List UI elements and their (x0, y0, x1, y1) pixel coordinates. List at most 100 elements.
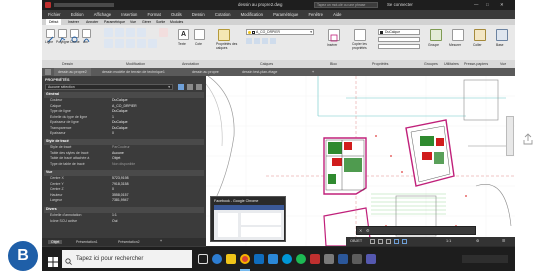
prop-row[interactable]: Transparence DuCalque (42, 126, 206, 131)
section-misc[interactable]: Divers (44, 207, 204, 213)
panel-label-groups[interactable]: Groupes (424, 60, 438, 68)
user-button[interactable]: Se connecter (387, 0, 413, 10)
mail-icon[interactable] (268, 254, 278, 264)
layer-lock-icon[interactable] (270, 38, 276, 44)
copy-icon[interactable] (104, 39, 113, 48)
section-general[interactable]: Général (44, 92, 204, 98)
prop-row[interactable]: Epaisseur de ligne DuCalque (42, 120, 206, 125)
array-icon[interactable] (148, 39, 157, 48)
share-icon[interactable] (523, 132, 533, 145)
app-icon[interactable] (324, 254, 334, 264)
taskbar-search-input[interactable]: Tapez ici pour rechercher (62, 250, 192, 268)
ortho-toggle-icon[interactable] (386, 239, 391, 244)
menu-dimension[interactable]: Cotation (215, 10, 231, 19)
prop-row[interactable]: Couleur DuCalque (42, 98, 206, 103)
doc-tab-3[interactable]: dessin au propre (192, 68, 219, 76)
prop-row[interactable]: Hauteur 3558,0157 (42, 193, 206, 198)
prop-row[interactable]: Echelle du type de ligne 1 (42, 115, 206, 120)
edge-icon[interactable] (212, 254, 222, 264)
new-tab-icon[interactable]: + (312, 68, 314, 76)
panel-label-clipboard[interactable]: Presse-papiers (464, 60, 488, 68)
menu-insert[interactable]: Insertion (121, 10, 137, 19)
store-icon[interactable] (254, 254, 264, 264)
layout-tab-1[interactable]: Présentation1 (76, 240, 98, 244)
arc-icon[interactable] (82, 29, 91, 43)
menu-window[interactable]: Fenêtre (308, 10, 322, 19)
move-icon[interactable] (104, 28, 113, 37)
autocad-taskbar-icon[interactable] (310, 254, 320, 264)
prop-row[interactable]: Table des styles de tracé Aucune (42, 151, 206, 156)
ribbon-tab-parametric[interactable]: Paramétrique (104, 19, 125, 25)
settings-icon[interactable]: ⚙ (476, 237, 479, 246)
ribbon-tab-manage[interactable]: Gérer (142, 19, 151, 25)
panel-label-block[interactable]: Bloc (330, 60, 337, 68)
menu-tools[interactable]: Outils (171, 10, 182, 19)
doc-tab-home-icon[interactable] (45, 69, 51, 75)
layer-off-icon[interactable] (262, 38, 268, 44)
scale-icon[interactable] (137, 39, 146, 48)
layer-isolate-icon[interactable] (246, 38, 252, 44)
layout-tab-model[interactable]: Objet (48, 239, 63, 244)
system-tray[interactable] (462, 255, 508, 263)
fillet-icon[interactable] (126, 39, 135, 48)
circle-icon[interactable] (70, 29, 79, 43)
rotate-icon[interactable] (115, 28, 124, 37)
prop-row[interactable]: Style de tracé ParCouleur (42, 145, 206, 150)
select-objects-icon[interactable] (187, 84, 193, 90)
menu-file[interactable]: Fichier (48, 10, 61, 19)
panel-label-draw[interactable]: Dessin (62, 60, 73, 68)
doc-tab-2[interactable]: dessin modèle de terrain de technique1 (102, 68, 165, 76)
ribbon-tab-view[interactable]: Vue (130, 19, 136, 25)
trim-icon[interactable] (126, 28, 135, 37)
panel-label-properties[interactable]: Propriétés (372, 60, 388, 68)
erase-icon[interactable] (159, 28, 168, 37)
taskbar-preview[interactable]: Facebook - Google Chrome (210, 196, 286, 242)
layer-tool-row[interactable] (246, 38, 306, 44)
layer-dropdown[interactable]: A_CO_DRPIER ▾ (246, 29, 314, 35)
line-icon[interactable] (46, 29, 55, 43)
snap-toggle-icon[interactable] (378, 239, 383, 244)
menu-view[interactable]: Affichage (94, 10, 111, 19)
spotify-icon[interactable] (296, 254, 306, 264)
quick-select-icon[interactable] (196, 84, 202, 90)
ribbon-tab-addins[interactable]: Modules (170, 19, 183, 25)
doc-tab-4[interactable]: dessin test-plan-étage (242, 68, 277, 76)
stretch-icon[interactable] (137, 28, 146, 37)
prop-row[interactable]: Echelle d'annotation 1:1 (42, 213, 206, 218)
maximize-icon[interactable]: □ (486, 0, 489, 10)
layer-properties-icon[interactable] (218, 29, 230, 41)
polyline-icon[interactable] (58, 29, 67, 43)
prop-row[interactable]: Table de tracé attachée à Objet (42, 156, 206, 161)
search-input[interactable]: Tapez un mot-clé ou une phrase (314, 2, 378, 8)
layout-tab-2[interactable]: Présentation2 (118, 240, 140, 244)
mirror-icon[interactable] (115, 39, 124, 48)
match-properties-icon[interactable] (354, 29, 366, 41)
section-view[interactable]: Vue (44, 170, 204, 176)
measure-icon[interactable] (452, 29, 464, 41)
panel-label-modify[interactable]: Modification (126, 60, 145, 68)
prop-row[interactable]: Largeur 7381,9947 (42, 198, 206, 203)
prop-row[interactable]: Centre X 5723,9198 (42, 176, 206, 181)
panel-label-view[interactable]: Vue (500, 60, 506, 68)
prop-row[interactable]: Epaisseur 0 (42, 131, 206, 136)
ribbon-tab-annotate[interactable]: Annoter (86, 19, 98, 25)
menu-draw[interactable]: Dessin (192, 10, 205, 19)
teams-icon[interactable] (366, 254, 376, 264)
menu-parametric[interactable]: Paramétrique (273, 10, 298, 19)
close-icon[interactable]: ✕ (359, 228, 362, 233)
osnap-toggle-icon[interactable] (402, 239, 407, 244)
prop-row[interactable]: Centre Z0 (42, 187, 206, 192)
wrench-icon[interactable]: ⚙ (366, 228, 370, 233)
panel-label-layers[interactable]: Calques (260, 60, 273, 68)
prop-row[interactable]: Type de ligne DuCalque (42, 109, 206, 114)
ribbon-tab-home[interactable]: Début (46, 19, 62, 25)
doc-tab-1[interactable]: dessin au propre2 (54, 68, 91, 76)
dimension-icon[interactable] (194, 29, 205, 40)
base-view-icon[interactable] (496, 29, 508, 41)
menu-modify[interactable]: Modification (241, 10, 263, 19)
annotation-scale[interactable]: 1:1 (446, 237, 451, 246)
selection-dropdown[interactable]: Aucune sélection ▾ (45, 84, 173, 90)
minimize-icon[interactable]: — (474, 0, 478, 10)
polar-toggle-icon[interactable] (394, 239, 399, 244)
toggle-pickadd-icon[interactable] (178, 84, 184, 90)
